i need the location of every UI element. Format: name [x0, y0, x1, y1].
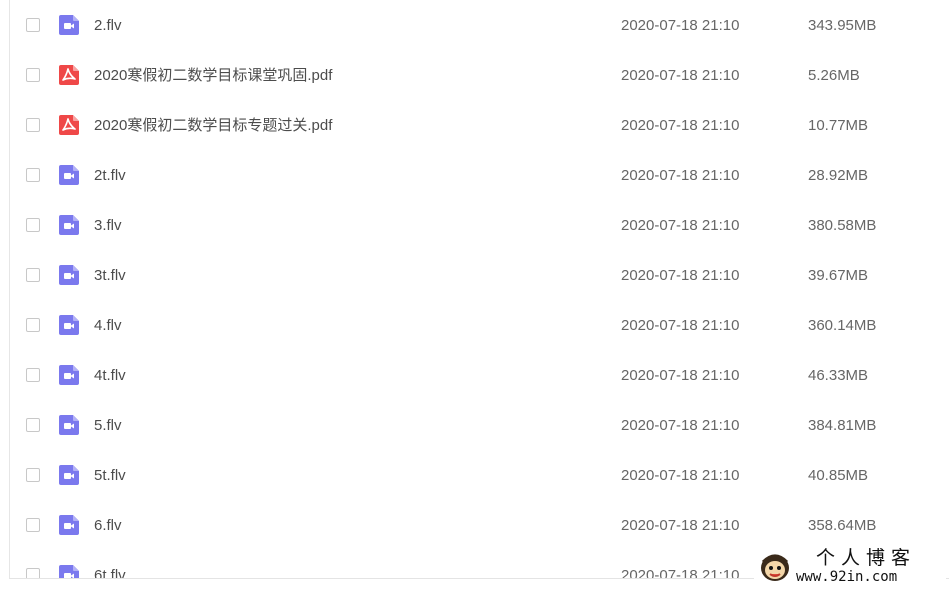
row-checkbox[interactable] — [26, 68, 40, 82]
file-row[interactable]: 5t.flv 2020-07-18 21:10 40.85MB — [10, 452, 949, 502]
row-checkbox[interactable] — [26, 368, 40, 382]
watermark-title: 个人博客 — [816, 547, 917, 569]
file-row[interactable]: 2t.flv 2020-07-18 21:10 28.92MB — [10, 152, 949, 202]
pdf-file-icon — [58, 64, 80, 86]
video-file-icon — [58, 564, 80, 578]
file-modified-date: 2020-07-18 21:10 — [621, 117, 740, 134]
file-modified-date: 2020-07-18 21:10 — [621, 367, 740, 384]
video-file-icon — [58, 464, 80, 486]
file-modified-date: 2020-07-18 21:10 — [621, 217, 740, 234]
watermark: 个人博客 www.92in.com — [754, 545, 946, 587]
file-size: 360.14MB — [808, 317, 877, 334]
pdf-file-icon — [58, 114, 80, 136]
file-name-link[interactable]: 2.flv — [94, 17, 122, 35]
file-name-link[interactable]: 4t.flv — [94, 367, 126, 385]
file-modified-date: 2020-07-18 21:10 — [621, 167, 740, 184]
file-modified-date: 2020-07-18 21:10 — [621, 267, 740, 284]
video-file-icon — [58, 264, 80, 286]
file-name-link[interactable]: 4.flv — [94, 317, 122, 335]
file-name-link[interactable]: 2020寒假初二数学目标专题过关.pdf — [94, 117, 332, 135]
file-size: 5.26MB — [808, 67, 860, 84]
video-file-icon — [58, 514, 80, 536]
file-modified-date: 2020-07-18 21:10 — [621, 67, 740, 84]
file-name-link[interactable]: 3.flv — [94, 217, 122, 235]
file-modified-date: 2020-07-18 21:10 — [621, 467, 740, 484]
file-row[interactable]: 2020寒假初二数学目标专题过关.pdf 2020-07-18 21:10 10.7… — [10, 102, 949, 152]
file-name-link[interactable]: 6t.flv — [94, 567, 126, 578]
video-file-icon — [58, 314, 80, 336]
video-file-icon — [58, 214, 80, 236]
file-size: 46.33MB — [808, 367, 869, 384]
file-size: 28.92MB — [808, 167, 869, 184]
file-name-link[interactable]: 2020寒假初二数学目标课堂巩固.pdf — [94, 67, 332, 85]
file-modified-date: 2020-07-18 21:10 — [621, 417, 740, 434]
file-row[interactable]: 2020寒假初二数学目标课堂巩固.pdf 2020-07-18 21:10 5.26… — [10, 52, 949, 102]
file-modified-date: 2020-07-18 21:10 — [621, 567, 740, 578]
watermark-url: www.92in.com — [796, 569, 898, 585]
mascot-logo — [761, 554, 789, 581]
row-checkbox[interactable] — [26, 218, 40, 232]
file-size: 384.81MB — [808, 417, 877, 434]
row-checkbox[interactable] — [26, 268, 40, 282]
file-size: 343.95MB — [808, 17, 877, 34]
file-size: 358.64MB — [808, 517, 877, 534]
file-modified-date: 2020-07-18 21:10 — [621, 517, 740, 534]
row-checkbox[interactable] — [26, 318, 40, 332]
file-size: 380.58MB — [808, 217, 877, 234]
row-checkbox[interactable] — [26, 418, 40, 432]
file-name-link[interactable]: 2t.flv — [94, 167, 126, 185]
file-size: 39.67MB — [808, 267, 869, 284]
file-row[interactable]: 3t.flv 2020-07-18 21:10 39.67MB — [10, 252, 949, 302]
video-file-icon — [58, 14, 80, 36]
file-row[interactable]: 3.flv 2020-07-18 21:10 380.58MB — [10, 202, 949, 252]
video-file-icon — [58, 414, 80, 436]
row-checkbox[interactable] — [26, 18, 40, 32]
row-checkbox[interactable] — [26, 168, 40, 182]
file-row[interactable]: 4t.flv 2020-07-18 21:10 46.33MB — [10, 352, 949, 402]
file-name-link[interactable]: 3t.flv — [94, 267, 126, 285]
video-file-icon — [58, 364, 80, 386]
file-list: 2.flv 2020-07-18 21:10 343.95MB 2020寒假初二数学目… — [10, 2, 949, 578]
file-modified-date: 2020-07-18 21:10 — [621, 17, 740, 34]
file-browser: 2.flv 2020-07-18 21:10 343.95MB 2020寒假初二数学目… — [0, 0, 949, 591]
file-row[interactable]: 5.flv 2020-07-18 21:10 384.81MB — [10, 402, 949, 452]
file-name-link[interactable]: 5.flv — [94, 417, 122, 435]
file-name-link[interactable]: 5t.flv — [94, 467, 126, 485]
file-row[interactable]: 4.flv 2020-07-18 21:10 360.14MB — [10, 302, 949, 352]
row-checkbox[interactable] — [26, 518, 40, 532]
file-size: 10.77MB — [808, 117, 869, 134]
row-checkbox[interactable] — [26, 468, 40, 482]
file-row[interactable]: 2.flv 2020-07-18 21:10 343.95MB — [10, 2, 949, 52]
video-file-icon — [58, 164, 80, 186]
file-size: 40.85MB — [808, 467, 869, 484]
row-checkbox[interactable] — [26, 118, 40, 132]
row-checkbox[interactable] — [26, 568, 40, 578]
file-name-link[interactable]: 6.flv — [94, 517, 122, 535]
file-modified-date: 2020-07-18 21:10 — [621, 317, 740, 334]
